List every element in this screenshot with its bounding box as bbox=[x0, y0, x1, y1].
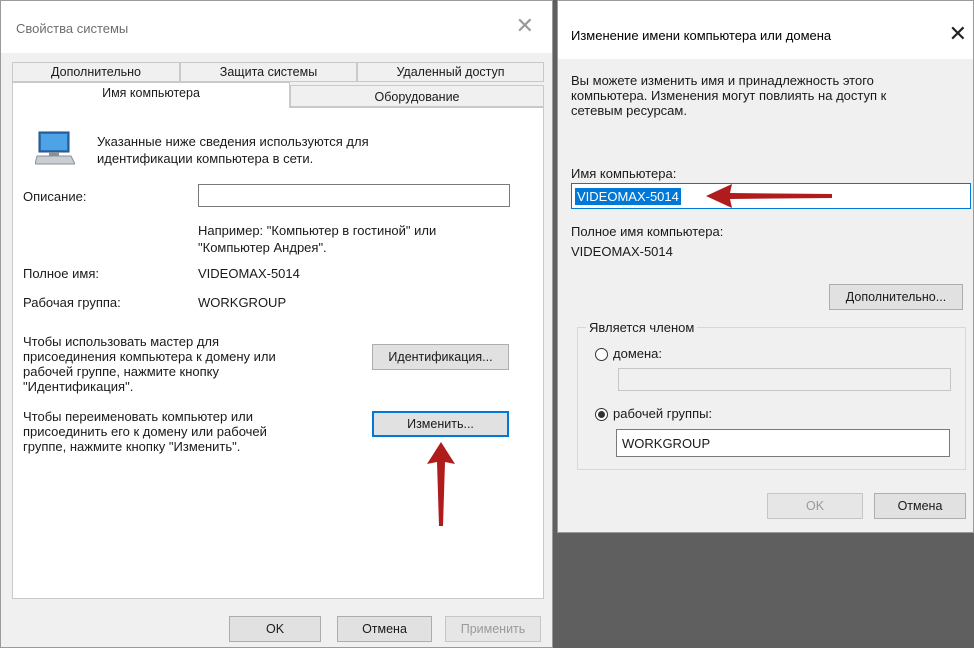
system-properties-window: Свойства системы ✕ Дополнительно Защита … bbox=[0, 0, 553, 648]
example-text: Например: "Компьютер в гостиной" или "Ко… bbox=[198, 223, 437, 255]
dialog-cancel-button[interactable]: Отмена bbox=[874, 493, 966, 519]
rename-dialog: Изменение имени компьютера или домена ✕ … bbox=[557, 0, 974, 533]
dialog-ok-button[interactable]: OK bbox=[767, 493, 863, 519]
title-bar: Свойства системы ✕ bbox=[1, 1, 552, 53]
workgroup-option-label[interactable]: рабочей группы: bbox=[613, 406, 712, 421]
domain-option-label[interactable]: домена: bbox=[613, 346, 662, 361]
tab-advanced[interactable]: Дополнительно bbox=[12, 62, 180, 82]
tabs-row-1: Дополнительно Защита системы Удаленный д… bbox=[12, 62, 544, 82]
domain-radio[interactable] bbox=[595, 348, 608, 361]
wizard-text: Чтобы использовать мастер для присоедине… bbox=[23, 334, 276, 394]
tab-panel-computer-name: Указанные ниже сведения используются для… bbox=[12, 107, 544, 599]
workgroup-input[interactable]: WORKGROUP bbox=[616, 429, 950, 457]
dialog-title-bar: Изменение имени компьютера или домена ✕ bbox=[558, 1, 973, 59]
window-title: Свойства системы bbox=[16, 21, 129, 36]
annotation-arrow-left bbox=[706, 184, 832, 208]
dialog-title: Изменение имени компьютера или домена bbox=[571, 28, 832, 43]
identify-button[interactable]: Идентификация... bbox=[372, 344, 509, 370]
more-button[interactable]: Дополнительно... bbox=[829, 284, 963, 310]
workgroup-input-text: WORKGROUP bbox=[622, 436, 711, 451]
ok-button[interactable]: OK bbox=[229, 616, 321, 642]
computer-name-selected-text: VIDEOMAX-5014 bbox=[575, 188, 681, 205]
description-field[interactable] bbox=[198, 184, 510, 207]
member-of-label: Является членом bbox=[586, 320, 698, 335]
close-icon[interactable]: ✕ bbox=[516, 15, 534, 37]
change-button[interactable]: Изменить... bbox=[372, 411, 509, 437]
full-name-label: Полное имя компьютера: bbox=[571, 224, 724, 239]
computer-icon bbox=[35, 131, 75, 165]
description-label: Описание: bbox=[23, 189, 87, 204]
full-name-label: Полное имя: bbox=[23, 266, 99, 281]
tab-hardware[interactable]: Оборудование bbox=[290, 85, 544, 107]
rename-text: Чтобы переименовать компьютер или присое… bbox=[23, 409, 267, 454]
workgroup-value: WORKGROUP bbox=[198, 295, 287, 310]
workgroup-radio[interactable] bbox=[595, 408, 608, 421]
tab-computer-name[interactable]: Имя компьютера bbox=[12, 82, 290, 108]
tab-remote[interactable]: Удаленный доступ bbox=[357, 62, 544, 82]
close-icon[interactable]: ✕ bbox=[949, 23, 967, 45]
cancel-button[interactable]: Отмена bbox=[337, 616, 432, 642]
intro-text: Вы можете изменить имя и принадлежность … bbox=[571, 73, 887, 118]
annotation-arrow-up bbox=[427, 442, 455, 526]
computer-name-label: Имя компьютера: bbox=[571, 166, 677, 181]
workgroup-label: Рабочая группа: bbox=[23, 295, 121, 310]
full-name-value: VIDEOMAX-5014 bbox=[198, 266, 300, 281]
info-text: Указанные ниже сведения используются для… bbox=[97, 134, 369, 166]
domain-input[interactable] bbox=[618, 368, 951, 391]
tab-system-protection[interactable]: Защита системы bbox=[180, 62, 357, 82]
full-name-value: VIDEOMAX-5014 bbox=[571, 244, 673, 259]
apply-button[interactable]: Применить bbox=[445, 616, 541, 642]
